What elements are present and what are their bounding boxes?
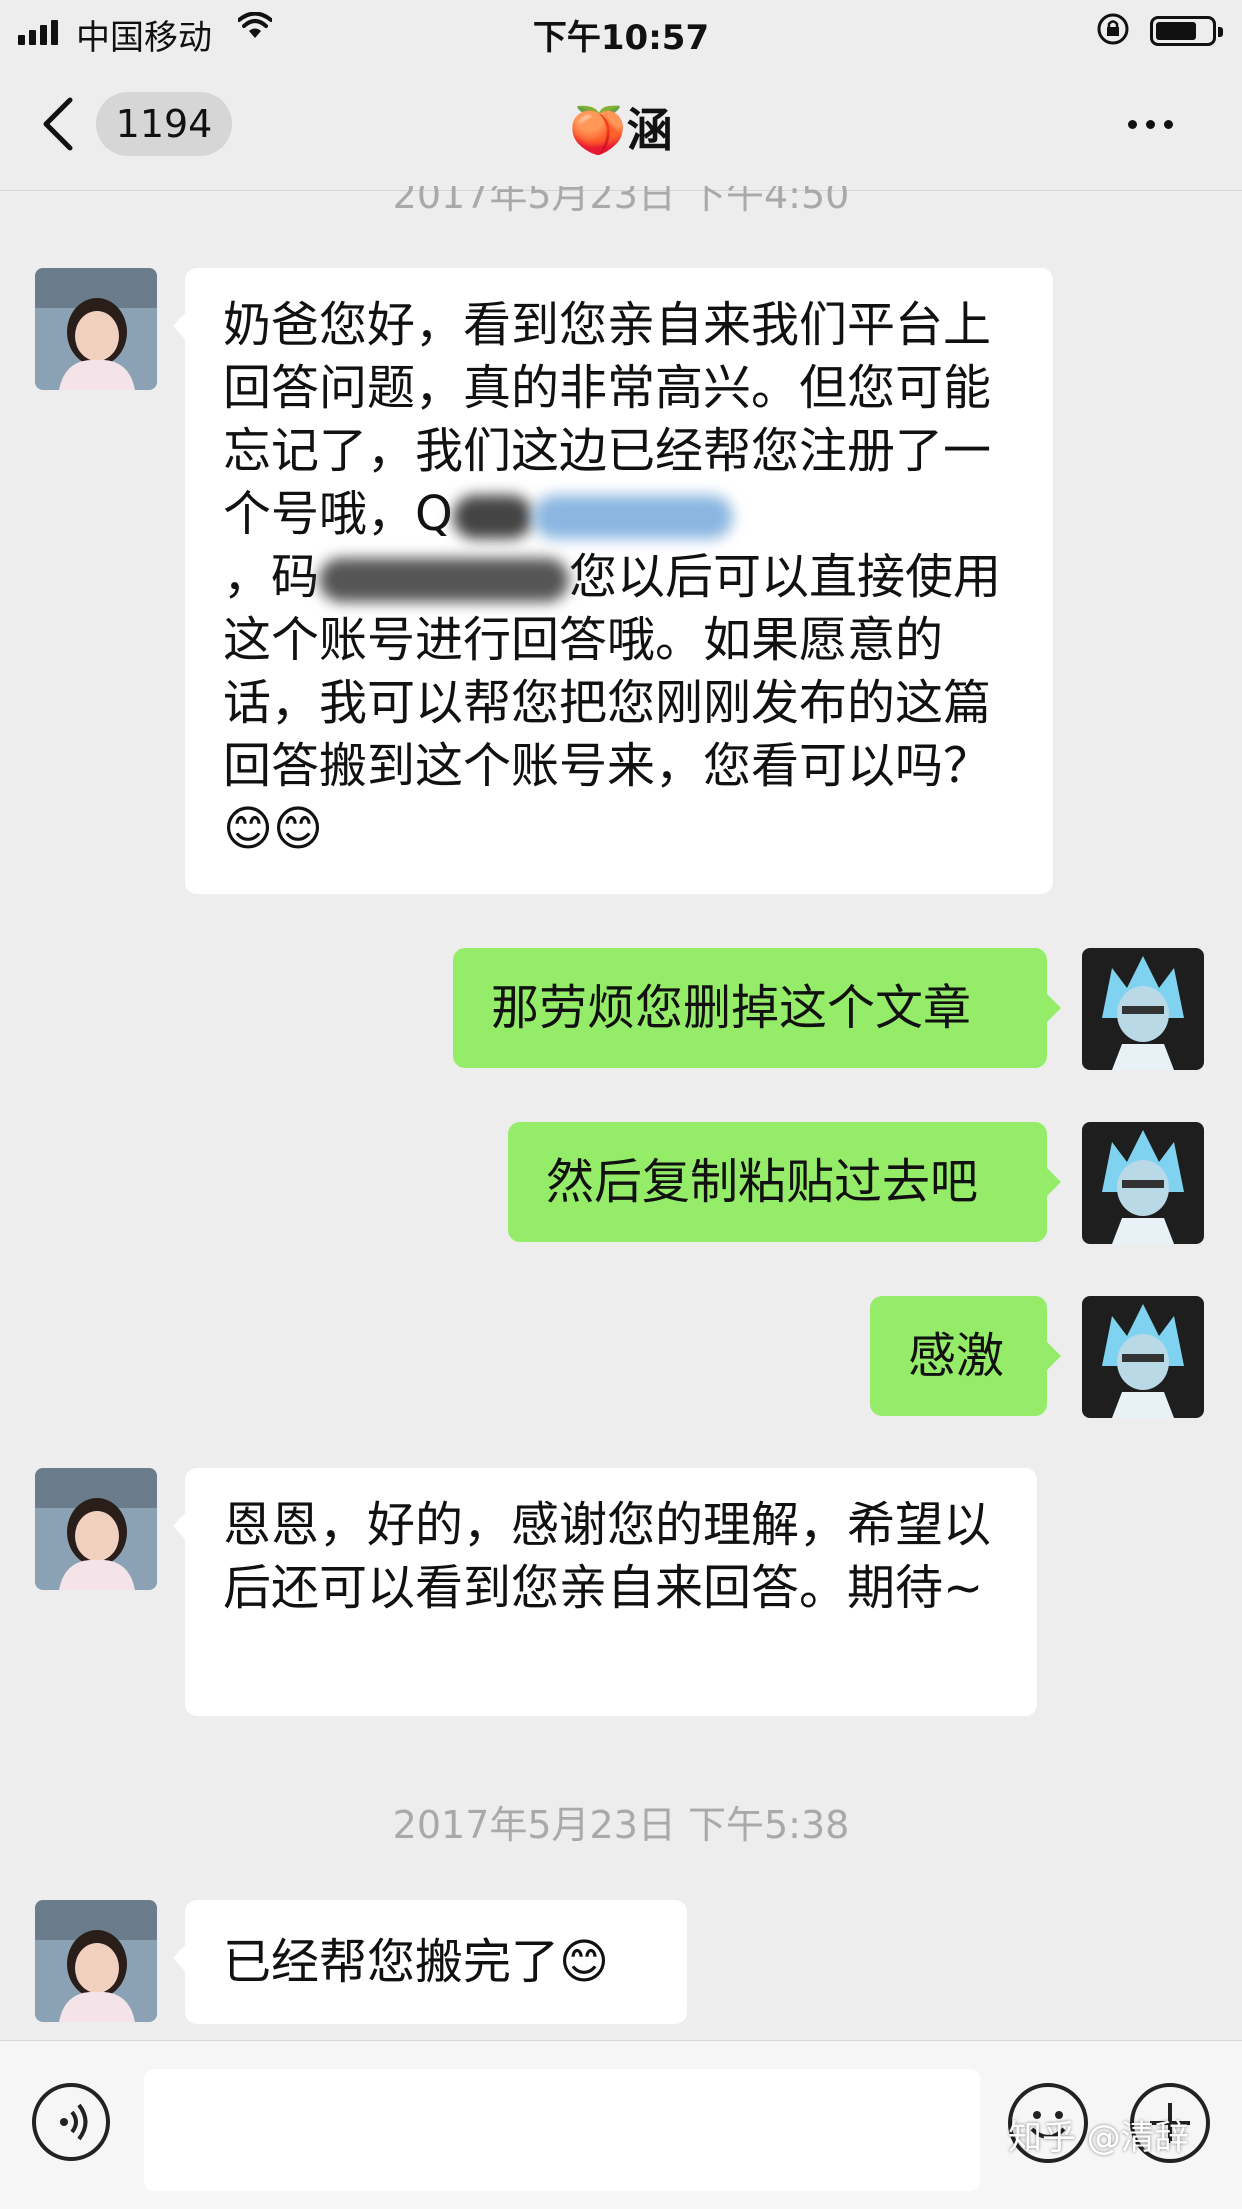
battery-icon [1150, 16, 1223, 46]
contact-avatar[interactable] [35, 1468, 157, 1590]
message-bubble-incoming[interactable]: 奶爸您好，看到您亲自来我们平台上回答问题，真的非常高兴。但您可能忘记了，我们这边… [173, 268, 1053, 894]
chat-title: 🍑涵 [569, 103, 673, 157]
message-bubble-outgoing[interactable]: 感激 [870, 1296, 1061, 1416]
redacted-text [532, 495, 733, 539]
user-avatar[interactable] [1082, 948, 1204, 1070]
voice-icon[interactable] [32, 2083, 110, 2161]
user-avatar[interactable] [1082, 1122, 1204, 1244]
rotation-lock-icon [1097, 13, 1129, 45]
watermark: 知乎 @清辞 [1008, 2118, 1189, 2158]
more-icon[interactable] [1128, 120, 1173, 129]
message-input[interactable] [144, 2069, 980, 2191]
redacted-text [452, 495, 533, 539]
contact-avatar[interactable] [35, 1900, 157, 2022]
message-bubble-outgoing[interactable]: 然后复制粘贴过去吧 [508, 1122, 1061, 1242]
timestamp: 2017年5月23日 下午5:38 [392, 1803, 850, 1847]
user-avatar[interactable] [1082, 1296, 1204, 1418]
message-bubble-incoming[interactable]: 恩恩，好的，感谢您的理解，希望以后还可以看到您亲自来回答。期待~ [173, 1468, 1037, 1716]
status-bar: 中国移动 下午10:57 [0, 0, 1242, 62]
redacted-text [319, 558, 570, 602]
status-time: 下午10:57 [532, 18, 710, 58]
chat-header: 1194 🍑涵 [0, 62, 1242, 191]
contact-avatar[interactable] [35, 268, 157, 390]
message-bubble-outgoing[interactable]: 那劳烦您删掉这个文章 [453, 948, 1061, 1068]
message-bubble-incoming[interactable]: 已经帮您搬完了😊 [173, 1900, 687, 2024]
